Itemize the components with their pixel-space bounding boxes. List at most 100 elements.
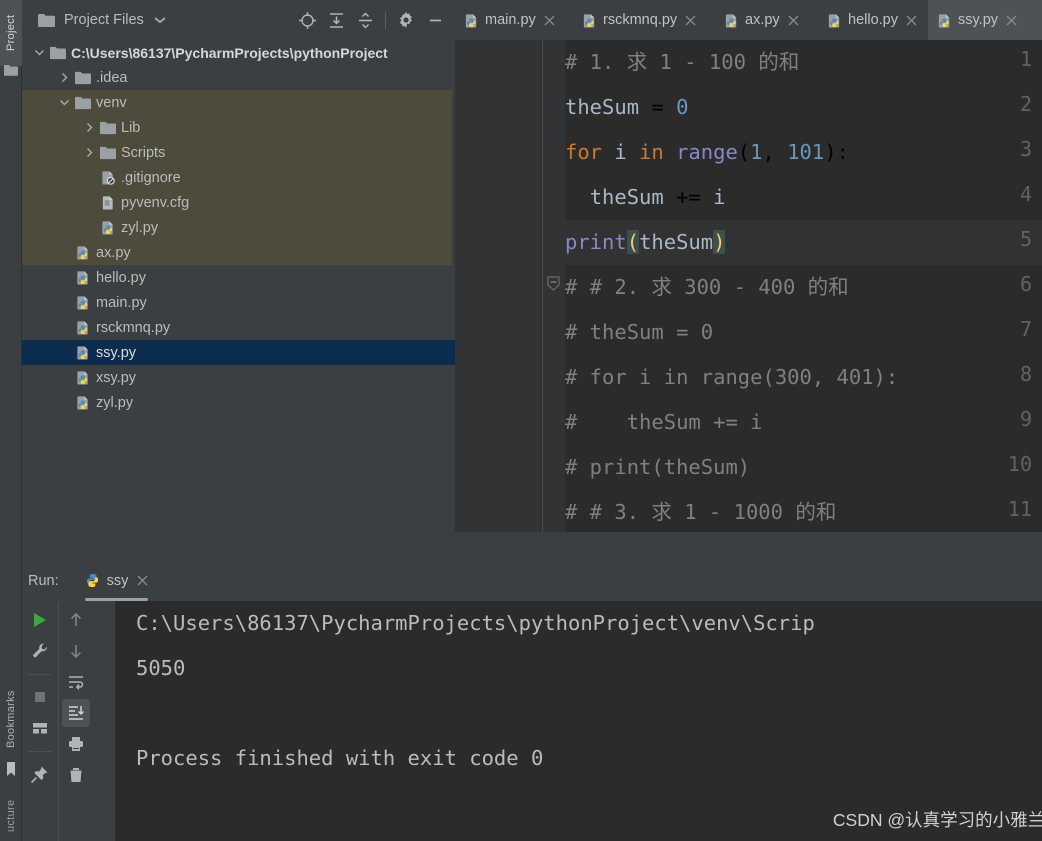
close-icon[interactable] — [906, 15, 917, 26]
wrench-icon[interactable] — [26, 637, 54, 665]
project-file-tree[interactable]: C:\Users\86137\PycharmProjects\pythonPro… — [22, 40, 455, 560]
chevron-right-icon[interactable] — [59, 72, 70, 83]
watermark-text: CSDN @认真学习的小雅兰. — [832, 810, 1042, 830]
editor-tab[interactable]: rsckmnq.py — [573, 0, 715, 40]
code-line: print(theSum) — [565, 230, 726, 254]
run-console-output[interactable]: C:\Users\86137\PycharmProjects\pythonPro… — [115, 601, 1042, 841]
tree-row-label: zyl.py — [121, 219, 159, 236]
run-configuration-tab[interactable]: ssy — [84, 560, 149, 601]
run-icon[interactable] — [26, 606, 54, 634]
project-tool-window: Project Files C:\Users\86137\PycharmProj… — [22, 0, 455, 560]
tree-row-label: rsckmnq.py — [96, 319, 171, 336]
line-number: 9 — [1019, 407, 1032, 431]
tree-row[interactable]: C:\Users\86137\PycharmProjects\pythonPro… — [22, 40, 455, 65]
python-file-icon — [77, 271, 88, 285]
editor-tab-label: hello.py — [848, 12, 898, 28]
tree-row-label: hello.py — [96, 269, 146, 286]
editor-tab-bar[interactable]: main.py rsckmnq.py ax.py hello.py ssy.py — [455, 0, 1042, 40]
chevron-right-icon[interactable] — [84, 122, 95, 133]
tree-row-label: C:\Users\86137\PycharmProjects\pythonPro… — [71, 44, 388, 61]
chevron-down-icon[interactable] — [34, 47, 45, 58]
line-number: 4 — [1019, 182, 1032, 206]
code-line: theSum += i — [589, 185, 726, 209]
arrow-up-icon[interactable] — [62, 606, 90, 634]
console-line: Process finished with exit code 0 — [136, 746, 544, 770]
tree-row[interactable]: .idea — [22, 65, 455, 90]
tool-window-structure[interactable]: ucture — [0, 790, 22, 841]
tree-row[interactable]: venv — [22, 90, 455, 115]
tree-row[interactable]: pyvenv.cfg — [22, 190, 455, 215]
chevron-right-icon[interactable] — [84, 147, 95, 158]
tree-row[interactable]: main.py — [22, 290, 455, 315]
tree-row[interactable]: hello.py — [22, 265, 455, 290]
python-file-icon — [77, 246, 88, 260]
tree-row[interactable]: .gitignore — [22, 165, 455, 190]
tree-row-label: ax.py — [96, 244, 131, 261]
stop-icon[interactable] — [26, 683, 54, 711]
close-icon[interactable] — [137, 575, 148, 586]
fold-collapse-icon[interactable] — [547, 276, 560, 291]
bookmark-icon — [7, 762, 15, 776]
editor-tab[interactable]: hello.py — [818, 0, 928, 40]
tree-row[interactable]: xsy.py — [22, 365, 455, 390]
tool-window-project[interactable]: Project — [0, 0, 22, 66]
expand-all-icon[interactable] — [323, 7, 349, 33]
tree-row-label: Lib — [121, 119, 141, 136]
close-icon[interactable] — [685, 15, 696, 26]
code-editor[interactable]: 1 2 3 4 5 6 7 8 9 10 11 # 1. 求 1 - 100 的和 theSum = … — [455, 40, 1042, 532]
python-file-icon — [86, 573, 98, 588]
trash-icon[interactable] — [62, 761, 90, 789]
run-toolbar-left — [22, 601, 57, 841]
tree-row[interactable]: Lib — [22, 115, 455, 140]
settings-gear-icon[interactable] — [393, 7, 419, 33]
run-tab-label: ssy — [106, 572, 129, 589]
run-tool-window: Run: ssy C:\Users\86137\PycharmProjects\… — [22, 560, 1042, 841]
print-icon[interactable] — [62, 730, 90, 758]
tree-row[interactable]: zyl.py — [22, 215, 455, 240]
python-file-icon — [77, 346, 88, 360]
gitignore-file-icon — [102, 171, 115, 185]
tree-row[interactable]: zyl.py — [22, 390, 455, 415]
chevron-down-icon[interactable] — [154, 16, 166, 24]
tree-row-label: Scripts — [121, 144, 166, 161]
chevron-down-icon[interactable] — [59, 97, 70, 108]
editor-tab[interactable]: ax.py — [715, 0, 818, 40]
toolbar-divider — [28, 674, 51, 675]
python-file-icon — [77, 296, 88, 310]
run-toolbars — [22, 601, 93, 841]
editor-tab[interactable]: ssy.py — [928, 0, 1042, 40]
locate-icon[interactable] — [294, 7, 320, 33]
line-number: 11 — [1007, 497, 1032, 521]
close-icon[interactable] — [1006, 15, 1017, 26]
pin-icon[interactable] — [26, 760, 54, 788]
line-number: 5 — [1019, 227, 1032, 251]
tree-row[interactable]: Scripts — [22, 140, 455, 165]
minimize-icon[interactable] — [422, 7, 448, 33]
console-line: 5050 — [136, 656, 186, 680]
folder-icon — [38, 14, 55, 27]
tool-window-bookmarks[interactable]: Bookmarks — [0, 676, 22, 762]
tree-row[interactable]: ax.py — [22, 240, 455, 265]
tree-row-label: ssy.py — [96, 344, 137, 361]
project-panel-title: Project Files — [64, 12, 144, 28]
scroll-to-end-icon[interactable] — [62, 699, 90, 727]
folder-icon — [100, 121, 116, 135]
editor-tab[interactable]: main.py — [455, 0, 573, 40]
soft-wrap-icon[interactable] — [62, 668, 90, 696]
editor-bottom-strip — [455, 532, 1042, 560]
layout-icon[interactable] — [26, 714, 54, 742]
arrow-down-icon[interactable] — [62, 637, 90, 665]
tool-window-bookmarks-label: Bookmarks — [5, 690, 17, 748]
python-file-icon — [465, 13, 477, 28]
tool-window-structure-label: ucture — [5, 799, 17, 832]
code-line: theSum = 0 — [565, 95, 689, 119]
tree-row-selected[interactable]: ssy.py — [22, 340, 455, 365]
collapse-all-icon[interactable] — [352, 7, 378, 33]
tree-row[interactable]: rsckmnq.py — [22, 315, 455, 340]
close-icon[interactable] — [544, 15, 555, 26]
close-icon[interactable] — [788, 15, 799, 26]
